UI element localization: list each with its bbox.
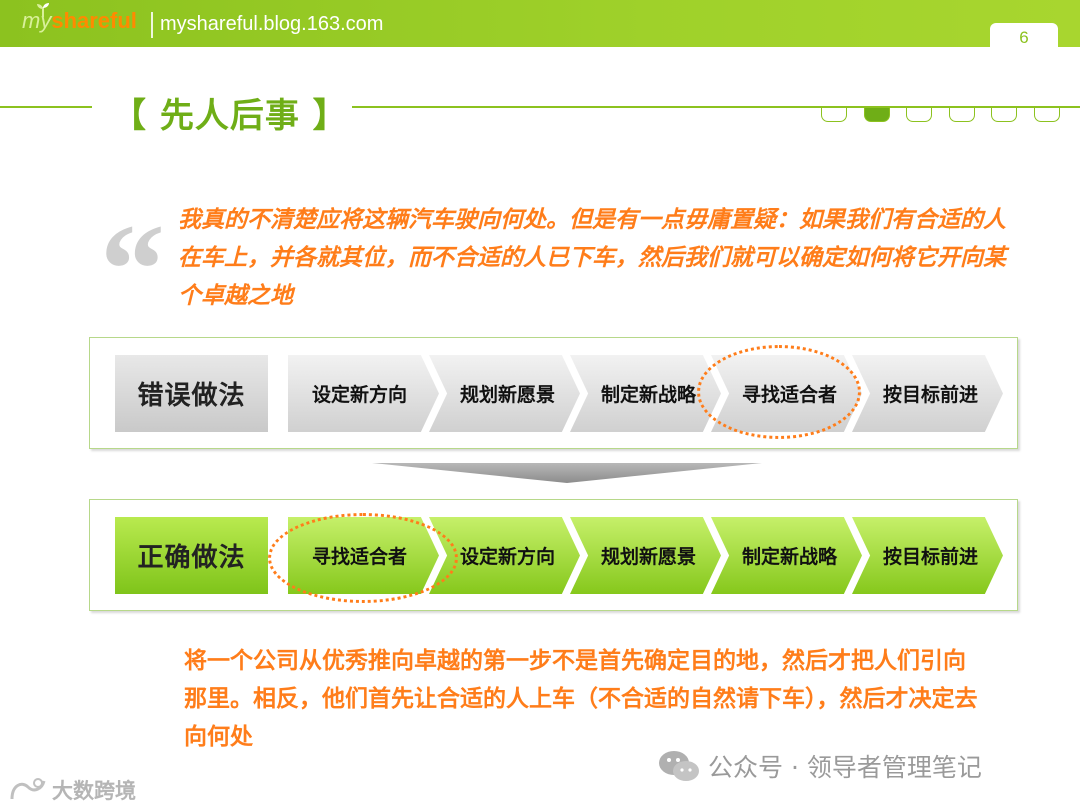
sprout-icon [37, 3, 49, 17]
nav-marker[interactable] [948, 108, 975, 122]
header-divider [151, 12, 153, 38]
conclusion-text: 将一个公司从优秀推向卓越的第一步不是首先确定目的地，然后才把人们引向那里。相反，… [184, 648, 978, 750]
title-rule-left [0, 106, 92, 108]
down-arrow-icon [372, 463, 762, 483]
nav-marker[interactable] [863, 108, 890, 122]
wrong-way-label: 错误做法 [115, 355, 268, 432]
wrong-way-steps: 设定新方向 规划新愿景 制定新战略 寻找适合者 按目标前进 [288, 355, 1008, 432]
right-way-steps: 寻找适合者 设定新方向 规划新愿景 制定新战略 按目标前进 [288, 517, 1008, 594]
right-step: 设定新方向 [429, 517, 580, 594]
nav-marker[interactable] [821, 108, 847, 122]
nav-marker[interactable] [906, 108, 932, 122]
wechat-watermark: 公众号 · 领导者管理笔记 [658, 748, 982, 784]
quote-mark-icon: “ [100, 198, 165, 342]
page-number: 6 [990, 23, 1058, 53]
wrong-step: 规划新愿景 [429, 355, 580, 432]
watermark-text-right: 公众号 · 领导者管理笔记 [708, 753, 982, 782]
wrong-step: 按目标前进 [852, 355, 1003, 432]
wechat-icon [659, 751, 699, 781]
watermark-text-left: 大数跨境 [52, 779, 136, 803]
quote-text: 我真的不清楚应将这辆汽车驶向何处。但是有一点毋庸置疑：如果我们有合适的人在车上，… [178, 207, 1006, 309]
right-way-panel: 正确做法 寻找适合者 设定新方向 规划新愿景 制定新战略 按目标前进 [89, 499, 1018, 611]
header-bar: my shareful myshareful.blog.163.com 6 [0, 0, 1080, 53]
brand-watermark: 大数跨境 [8, 775, 136, 805]
logo-share-text: shareful [51, 8, 137, 33]
wrong-step: 设定新方向 [288, 355, 439, 432]
slide-title: 【 先人后事 】 [112, 96, 348, 136]
wrong-step: 寻找适合者 [711, 355, 862, 432]
brand-logo-icon [10, 778, 46, 800]
wrong-step: 制定新战略 [570, 355, 721, 432]
right-step: 寻找适合者 [288, 517, 439, 594]
right-way-label: 正确做法 [115, 517, 268, 594]
nav-marker[interactable] [1033, 108, 1060, 122]
wrong-way-panel: 错误做法 设定新方向 规划新愿景 制定新战略 寻找适合者 按目标前进 [89, 337, 1018, 449]
blog-url-link[interactable]: myshareful.blog.163.com [160, 13, 383, 36]
right-step: 规划新愿景 [570, 517, 721, 594]
right-step: 制定新战略 [711, 517, 862, 594]
right-step: 按目标前进 [852, 517, 1003, 594]
nav-marker[interactable] [991, 108, 1017, 122]
